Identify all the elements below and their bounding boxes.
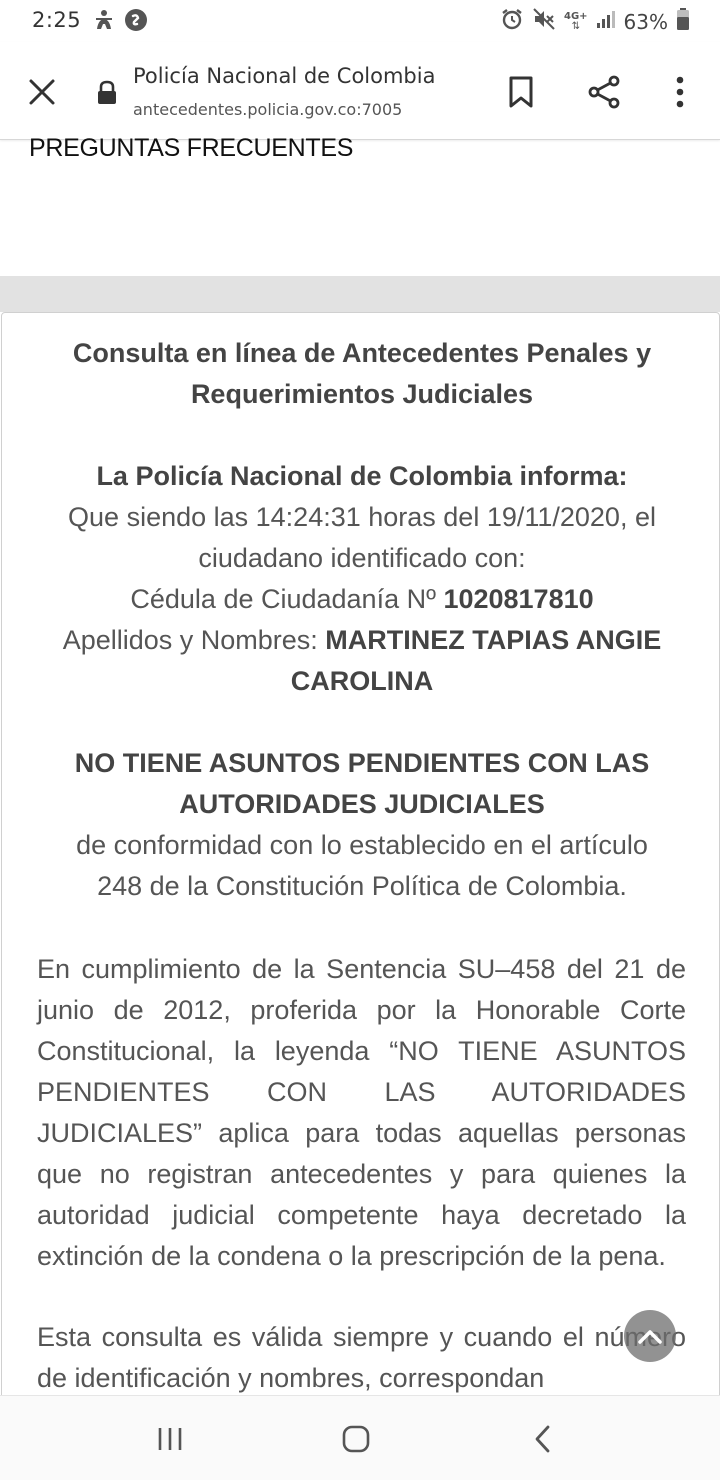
id-row: Cédula de Ciudadanía Nº 1020817810 <box>27 579 697 620</box>
validity-paragraph: Esta consulta es válida siempre y cuando… <box>37 1322 686 1393</box>
status-line1: NO TIENE ASUNTOS PENDIENTES CON LAS <box>74 748 650 778</box>
share-button[interactable] <box>584 72 624 112</box>
faq-link[interactable]: PREGUNTAS FRECUENTES <box>29 134 353 163</box>
battery-percentage: 63% <box>623 9 668 34</box>
mute-icon <box>532 7 556 36</box>
status-ref-line2: 248 de la Constitución Política de Colom… <box>97 871 627 901</box>
card-title-line2: Requerimientos Judiciales <box>190 379 534 409</box>
id-number: 1020817810 <box>443 584 594 614</box>
battery-icon <box>676 7 690 36</box>
id-label: Cédula de Ciudadanía Nº <box>130 584 444 614</box>
legal-paragraph: En cumplimiento de la Sentencia SU–458 d… <box>37 954 686 1271</box>
network-type-label: 4G+ <box>564 10 588 22</box>
name-value-part2: CAROLINA <box>290 666 434 696</box>
status-line2: AUTORIDADES JUDICIALES <box>179 789 545 819</box>
name-label: Apellidos y Nombres: <box>62 625 326 655</box>
lock-icon <box>96 80 118 111</box>
system-nav-bar <box>0 1395 720 1480</box>
informs-block: La Policía Nacional de Colombia informa:… <box>27 456 697 702</box>
network-4g-icon: 4G+ ⇅ <box>564 10 588 32</box>
name-row: Apellidos y Nombres: MARTINEZ TAPIAS ANG… <box>27 620 697 661</box>
status-block: NO TIENE ASUNTOS PENDIENTES CON LAS AUTO… <box>27 743 697 907</box>
shazam-icon <box>124 8 148 37</box>
status-ref-line1: de conformidad con lo establecido en el … <box>76 830 648 860</box>
recents-button[interactable] <box>152 1424 188 1454</box>
share-icon <box>588 75 620 109</box>
accessibility-icon <box>92 8 116 37</box>
home-button[interactable] <box>338 1422 374 1456</box>
chevron-up-icon <box>638 1330 662 1344</box>
card-title-line1: Consulta en línea de Antecedentes Penale… <box>72 338 652 368</box>
result-card: Consulta en línea de Antecedentes Penale… <box>1 312 720 1402</box>
informs-line2: ciudadano identificado con: <box>198 543 526 573</box>
status-right-icons: 4G+ ⇅ 63% <box>500 7 690 36</box>
alarm-icon <box>500 7 524 36</box>
name-value-part1: MARTINEZ TAPIAS ANGIE <box>325 625 662 655</box>
home-icon <box>342 1425 370 1453</box>
card-title: Consulta en línea de Antecedentes Penale… <box>32 333 692 415</box>
page-url[interactable]: antecedentes.policia.gov.co:7005 <box>133 100 402 119</box>
status-bar: 2:25 4G+ ⇅ 63% <box>0 0 720 42</box>
status-time: 2:25 <box>32 8 82 32</box>
recents-icon <box>158 1428 182 1450</box>
section-divider-band <box>0 276 720 312</box>
bookmark-button[interactable] <box>503 72 539 112</box>
page-title: Policía Nacional de Colombia <box>133 64 436 88</box>
close-icon <box>29 79 55 105</box>
bookmark-icon <box>509 76 533 108</box>
browser-toolbar: Policía Nacional de Colombia antecedente… <box>0 42 720 140</box>
more-options-button[interactable] <box>664 72 696 112</box>
more-vert-icon <box>676 76 684 108</box>
informs-line1: Que siendo las 14:24:31 horas del 19/11/… <box>68 502 656 532</box>
signal-icon <box>596 9 616 34</box>
back-button[interactable] <box>528 1422 558 1456</box>
back-icon <box>535 1425 550 1453</box>
scroll-to-top-button[interactable] <box>624 1310 676 1362</box>
close-button[interactable] <box>22 72 62 112</box>
informs-heading: La Policía Nacional de Colombia informa: <box>96 461 628 491</box>
status-left-icons <box>92 8 148 37</box>
